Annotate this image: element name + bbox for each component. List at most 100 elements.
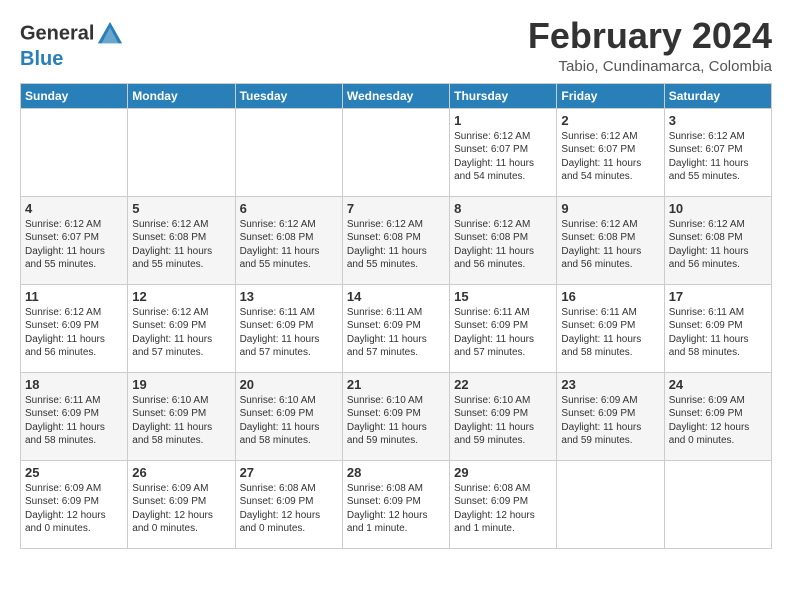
table-row: 29 Sunrise: 6:08 AMSunset: 6:09 PMDayligh… [450,460,557,548]
cell-info: Sunrise: 6:12 AMSunset: 6:08 PMDaylight:… [454,218,552,272]
cell-info: Sunrise: 6:11 AMSunset: 6:09 PMDaylight:… [240,306,338,360]
table-row: 28 Sunrise: 6:08 AMSunset: 6:09 PMDayligh… [342,460,449,548]
table-row: 22 Sunrise: 6:10 AMSunset: 6:09 PMDayligh… [450,372,557,460]
cell-info: Sunrise: 6:12 AMSunset: 6:08 PMDaylight:… [347,218,445,272]
table-row: 20 Sunrise: 6:10 AMSunset: 6:09 PMDayligh… [235,372,342,460]
cell-info: Sunrise: 6:09 AMSunset: 6:09 PMDaylight:… [669,394,767,448]
cell-info: Sunrise: 6:08 AMSunset: 6:09 PMDaylight:… [454,482,552,536]
cell-day-number: 7 [347,201,445,216]
cell-day-number: 5 [132,201,230,216]
table-row: 17 Sunrise: 6:11 AMSunset: 6:09 PMDayligh… [664,284,771,372]
table-row: 6 Sunrise: 6:12 AMSunset: 6:08 PMDaylight… [235,196,342,284]
cell-info: Sunrise: 6:09 AMSunset: 6:09 PMDaylight:… [132,482,230,536]
cell-day-number: 24 [669,377,767,392]
table-row: 1 Sunrise: 6:12 AMSunset: 6:07 PMDaylight… [450,108,557,196]
cell-day-number: 28 [347,465,445,480]
table-row [342,108,449,196]
week-row-2: 11 Sunrise: 6:12 AMSunset: 6:09 PMDayligh… [21,284,772,372]
col-friday: Friday [557,83,664,108]
cell-info: Sunrise: 6:11 AMSunset: 6:09 PMDaylight:… [347,306,445,360]
logo: General Blue [20,20,124,70]
table-row: 13 Sunrise: 6:11 AMSunset: 6:09 PMDayligh… [235,284,342,372]
month-title: February 2024 [528,16,772,56]
table-row: 4 Sunrise: 6:12 AMSunset: 6:07 PMDaylight… [21,196,128,284]
table-row [557,460,664,548]
cell-info: Sunrise: 6:12 AMSunset: 6:07 PMDaylight:… [669,130,767,184]
week-row-1: 4 Sunrise: 6:12 AMSunset: 6:07 PMDaylight… [21,196,772,284]
table-row: 10 Sunrise: 6:12 AMSunset: 6:08 PMDayligh… [664,196,771,284]
cell-info: Sunrise: 6:12 AMSunset: 6:07 PMDaylight:… [454,130,552,184]
header-row: Sunday Monday Tuesday Wednesday Thursday… [21,83,772,108]
cell-info: Sunrise: 6:11 AMSunset: 6:09 PMDaylight:… [25,394,123,448]
table-row: 24 Sunrise: 6:09 AMSunset: 6:09 PMDayligh… [664,372,771,460]
cell-day-number: 22 [454,377,552,392]
table-row [235,108,342,196]
table-row: 12 Sunrise: 6:12 AMSunset: 6:09 PMDayligh… [128,284,235,372]
table-row: 25 Sunrise: 6:09 AMSunset: 6:09 PMDayligh… [21,460,128,548]
cell-info: Sunrise: 6:11 AMSunset: 6:09 PMDaylight:… [561,306,659,360]
cell-day-number: 8 [454,201,552,216]
table-row: 26Sunrise: 6:09 AMSunset: 6:09 PMDayligh… [128,460,235,548]
cell-info: Sunrise: 6:12 AMSunset: 6:09 PMDaylight:… [132,306,230,360]
cell-info: Sunrise: 6:08 AMSunset: 6:09 PMDaylight:… [347,482,445,536]
table-row: 9Sunrise: 6:12 AMSunset: 6:08 PMDaylight… [557,196,664,284]
logo-blue: Blue [20,48,124,70]
cell-day-number: 14 [347,289,445,304]
week-row-0: 1 Sunrise: 6:12 AMSunset: 6:07 PMDaylight… [21,108,772,196]
table-row: 27 Sunrise: 6:08 AMSunset: 6:09 PMDayligh… [235,460,342,548]
cell-day-number: 19 [132,377,230,392]
table-row [664,460,771,548]
page-container: General Blue February 2024 Tabio, Cundin… [0,0,792,559]
cell-info: Sunrise: 6:10 AMSunset: 6:09 PMDaylight:… [454,394,552,448]
cell-day-number: 6 [240,201,338,216]
cell-info: Sunrise: 6:11 AMSunset: 6:09 PMDaylight:… [454,306,552,360]
table-row [21,108,128,196]
table-row: 7 Sunrise: 6:12 AMSunset: 6:08 PMDaylight… [342,196,449,284]
table-row [128,108,235,196]
cell-day-number: 10 [669,201,767,216]
table-row: 15 Sunrise: 6:11 AMSunset: 6:09 PMDayligh… [450,284,557,372]
cell-day-number: 25 [25,465,123,480]
cell-info: Sunrise: 6:12 AMSunset: 6:07 PMDaylight:… [25,218,123,272]
cell-info: Sunrise: 6:12 AMSunset: 6:07 PMDaylight:… [561,130,659,184]
cell-info: Sunrise: 6:09 AMSunset: 6:09 PMDaylight:… [561,394,659,448]
cell-info: Sunrise: 6:08 AMSunset: 6:09 PMDaylight:… [240,482,338,536]
cell-info: Sunrise: 6:11 AMSunset: 6:09 PMDaylight:… [669,306,767,360]
week-row-3: 18Sunrise: 6:11 AMSunset: 6:09 PMDayligh… [21,372,772,460]
cell-day-number: 20 [240,377,338,392]
table-row: 5Sunrise: 6:12 AMSunset: 6:08 PMDaylight… [128,196,235,284]
cell-info: Sunrise: 6:12 AMSunset: 6:08 PMDaylight:… [240,218,338,272]
table-row: 8 Sunrise: 6:12 AMSunset: 6:08 PMDaylight… [450,196,557,284]
cell-info: Sunrise: 6:09 AMSunset: 6:09 PMDaylight:… [25,482,123,536]
cell-day-number: 2 [561,113,659,128]
cell-info: Sunrise: 6:10 AMSunset: 6:09 PMDaylight:… [132,394,230,448]
col-monday: Monday [128,83,235,108]
cell-day-number: 1 [454,113,552,128]
cell-day-number: 3 [669,113,767,128]
week-row-4: 25 Sunrise: 6:09 AMSunset: 6:09 PMDayligh… [21,460,772,548]
cell-day-number: 29 [454,465,552,480]
cell-day-number: 4 [25,201,123,216]
cell-day-number: 12 [132,289,230,304]
cell-day-number: 21 [347,377,445,392]
cell-day-number: 23 [561,377,659,392]
cell-info: Sunrise: 6:12 AMSunset: 6:08 PMDaylight:… [669,218,767,272]
table-row: 21 Sunrise: 6:10 AMSunset: 6:09 PMDayligh… [342,372,449,460]
cell-info: Sunrise: 6:10 AMSunset: 6:09 PMDaylight:… [347,394,445,448]
cell-info: Sunrise: 6:12 AMSunset: 6:09 PMDaylight:… [25,306,123,360]
cell-info: Sunrise: 6:10 AMSunset: 6:09 PMDaylight:… [240,394,338,448]
cell-day-number: 17 [669,289,767,304]
cell-day-number: 15 [454,289,552,304]
col-saturday: Saturday [664,83,771,108]
col-thursday: Thursday [450,83,557,108]
cell-day-number: 11 [25,289,123,304]
col-wednesday: Wednesday [342,83,449,108]
logo-general: General [20,22,94,44]
cell-day-number: 27 [240,465,338,480]
col-sunday: Sunday [21,83,128,108]
table-row: 18Sunrise: 6:11 AMSunset: 6:09 PMDayligh… [21,372,128,460]
header: General Blue February 2024 Tabio, Cundin… [20,16,772,75]
cell-info: Sunrise: 6:12 AMSunset: 6:08 PMDaylight:… [561,218,659,272]
cell-day-number: 13 [240,289,338,304]
table-row: 2 Sunrise: 6:12 AMSunset: 6:07 PMDaylight… [557,108,664,196]
